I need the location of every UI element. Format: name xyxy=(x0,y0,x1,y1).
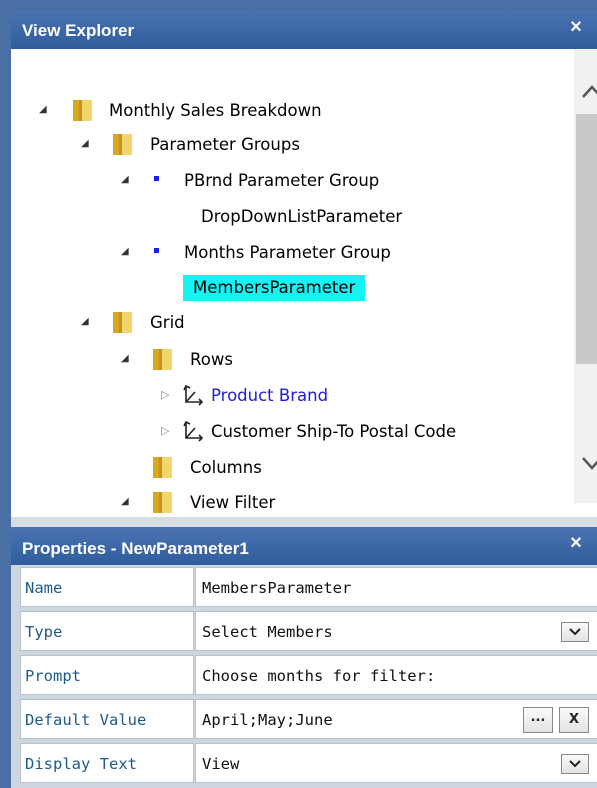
collapse-arrow-icon[interactable]: ◢ xyxy=(121,237,135,267)
view-explorer-close-icon[interactable]: × xyxy=(565,17,587,39)
properties-title: Properties - NewParameter1 xyxy=(22,539,249,558)
collapse-arrow-icon[interactable]: ◢ xyxy=(81,307,95,337)
folder-icon xyxy=(109,309,135,335)
view-explorer-titlebar: View Explorer × xyxy=(11,11,597,49)
property-row-name: Name MembersParameter xyxy=(20,567,597,609)
panel-splitter[interactable] xyxy=(11,517,597,527)
property-name-label: Name xyxy=(20,567,194,607)
property-row-prompt: Prompt Choose months for filter: xyxy=(20,655,597,697)
tree-label-rows: Rows xyxy=(190,350,233,369)
expand-arrow-icon[interactable]: ▷ xyxy=(161,380,175,410)
collapse-arrow-icon[interactable]: ◢ xyxy=(81,129,95,159)
collapse-arrow-icon[interactable]: ◢ xyxy=(121,165,135,195)
view-explorer-panel: View Explorer × ◢ Monthly Sales Breakdow… xyxy=(11,11,597,517)
property-default-value-label: Default Value xyxy=(20,699,194,739)
property-default-value-field[interactable]: April;May;June ... X xyxy=(195,699,597,739)
tree-label-columns: Columns xyxy=(190,458,262,477)
property-row-type: Type Select Members xyxy=(20,611,597,653)
collapse-arrow-icon[interactable]: ◢ xyxy=(121,487,135,517)
property-display-text-select[interactable]: View xyxy=(195,743,597,783)
property-row-default-value: Default Value April;May;June ... X xyxy=(20,699,597,741)
type-dropdown-chevron-icon[interactable] xyxy=(561,622,589,642)
folder-icon xyxy=(69,97,95,123)
parameter-group-icon xyxy=(154,248,159,253)
expand-arrow-icon[interactable]: ▷ xyxy=(161,416,175,446)
scroll-up-chevron-icon[interactable] xyxy=(574,71,597,111)
display-text-dropdown-chevron-icon[interactable] xyxy=(561,754,589,774)
tree-label-members-param-selected: MembersParameter xyxy=(183,275,366,301)
view-explorer-title: View Explorer xyxy=(22,21,135,40)
property-type-select[interactable]: Select Members xyxy=(195,611,597,651)
properties-close-icon[interactable]: × xyxy=(565,533,587,555)
collapse-arrow-icon[interactable]: ◢ xyxy=(121,344,135,374)
folder-icon xyxy=(109,131,135,157)
tree-label-parameter-groups: Parameter Groups xyxy=(150,135,300,154)
property-prompt-label: Prompt xyxy=(20,655,194,695)
tree-label-view-filter: View Filter xyxy=(190,493,276,512)
tree-label-grid: Grid xyxy=(150,313,185,332)
tree-label-months-group: Months Parameter Group xyxy=(184,243,391,262)
properties-panel: Properties - NewParameter1 × Name Member… xyxy=(11,527,597,788)
ellipsis-browse-button[interactable]: ... xyxy=(523,707,553,733)
scrollbar-thumb[interactable] xyxy=(576,114,597,364)
view-explorer-tree: ◢ Monthly Sales Breakdown ◢ Parameter Gr… xyxy=(11,49,561,519)
property-name-value[interactable]: MembersParameter xyxy=(195,567,597,607)
collapse-arrow-icon[interactable]: ◢ xyxy=(39,95,53,125)
tree-label-customer-postal: Customer Ship-To Postal Code xyxy=(211,422,457,441)
folder-icon xyxy=(149,489,175,515)
folder-icon xyxy=(149,454,175,480)
tree-label-pbrnd-group: PBrnd Parameter Group xyxy=(184,171,380,190)
property-type-label: Type xyxy=(20,611,194,651)
folder-icon xyxy=(149,346,175,372)
tree-label-root: Monthly Sales Breakdown xyxy=(109,101,322,120)
property-display-text-value: View xyxy=(202,755,240,773)
properties-titlebar: Properties - NewParameter1 × xyxy=(11,527,597,565)
parameter-group-icon xyxy=(154,176,159,181)
property-row-display-text: Display Text View xyxy=(20,743,597,785)
property-prompt-value[interactable]: Choose months for filter: xyxy=(195,655,597,695)
hierarchy-icon xyxy=(183,384,205,406)
clear-value-button[interactable]: X xyxy=(559,707,589,733)
scroll-down-chevron-icon[interactable] xyxy=(574,444,597,484)
property-type-value: Select Members xyxy=(202,623,333,641)
tree-vertical-scrollbar[interactable] xyxy=(574,49,597,503)
property-display-text-label: Display Text xyxy=(20,743,194,783)
property-default-value-text: April;May;June xyxy=(202,711,333,729)
hierarchy-icon xyxy=(183,420,205,442)
tree-label-product-brand[interactable]: Product Brand xyxy=(211,385,328,407)
tree-label-dropdown-param: DropDownListParameter xyxy=(201,207,403,226)
